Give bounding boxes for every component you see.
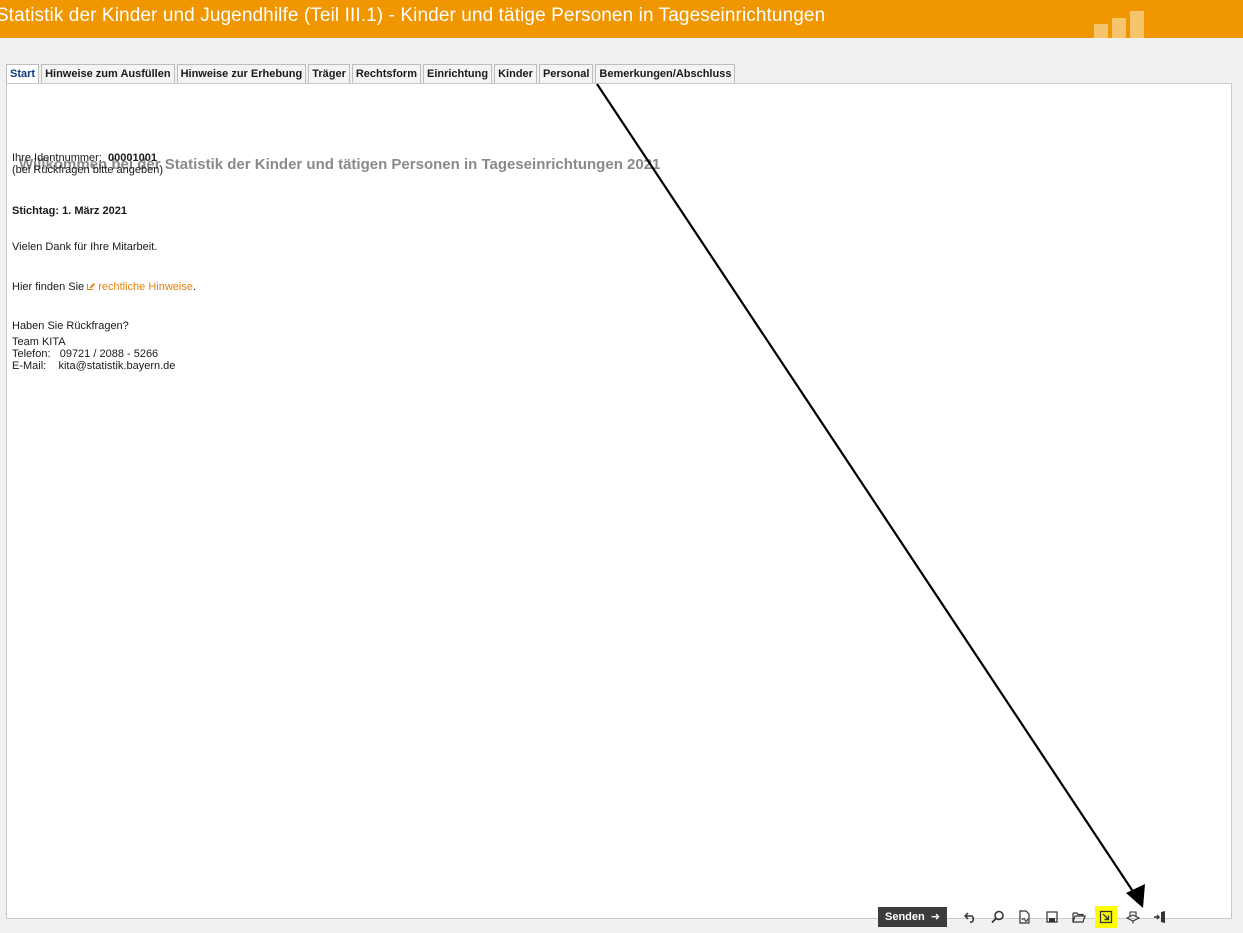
print-button[interactable] — [1122, 906, 1144, 928]
open-folder-icon — [1072, 912, 1086, 923]
tab-hinweise-erhebung[interactable]: Hinweise zur Erhebung — [176, 64, 307, 83]
workspace: Start Hinweise zum Ausfüllen Hinweise zu… — [0, 38, 1243, 933]
sign-document-button[interactable] — [1014, 906, 1036, 928]
external-link-icon — [87, 282, 96, 291]
save-icon — [1046, 911, 1058, 923]
arrow-right-icon: ➜ — [927, 911, 941, 923]
search-icon — [991, 910, 1004, 924]
logo — [1094, 11, 1158, 38]
legal-link[interactable]: rechtliche Hinweise — [98, 281, 193, 293]
save-button[interactable] — [1041, 906, 1063, 928]
id-note: (bei Rückfragen bitte angeben) — [12, 164, 164, 176]
id-line: Ihre Identnummer: 00001001 — [12, 152, 157, 164]
tab-start[interactable]: Start — [6, 64, 40, 84]
app-header: Statistik der Kinder und Jugendhilfe (Te… — [0, 0, 1243, 38]
tab-bar: Start Hinweise zum Ausfüllen Hinweise zu… — [6, 64, 737, 84]
document-sign-icon — [1019, 910, 1030, 924]
tab-personal[interactable]: Personal — [538, 64, 594, 83]
send-label: Senden — [885, 911, 925, 923]
print-icon — [1126, 911, 1141, 924]
tab-traeger[interactable]: Träger — [308, 64, 350, 83]
phone-value: 09721 / 2088 - 5266 — [59, 348, 159, 360]
id-value: 00001001 — [108, 152, 157, 164]
legal-suffix: . — [192, 281, 197, 293]
email-line: E-Mail: kita@statistik.bayern.de — [12, 360, 175, 372]
undo-icon — [964, 912, 975, 923]
tab-bemerkungen[interactable]: Bemerkungen/Abschluss — [595, 64, 736, 83]
legal-prefix: Hier finden Sie — [12, 281, 85, 293]
email-value: kita@statistik.bayern.de — [58, 360, 176, 372]
export-button[interactable] — [1095, 906, 1118, 928]
email-label: E-Mail: — [12, 360, 47, 372]
open-button[interactable] — [1068, 906, 1090, 928]
undo-button[interactable] — [960, 906, 982, 928]
tab-einrichtung[interactable]: Einrichtung — [422, 64, 493, 83]
exit-icon — [1154, 911, 1166, 923]
phone-line: Telefon: 09721 / 2088 - 5266 — [12, 348, 158, 360]
content-panel: Willkommen bei der Statistik der Kinder … — [6, 83, 1232, 919]
phone-label: Telefon: — [12, 348, 51, 360]
team-name: Team KITA — [12, 336, 66, 348]
search-button[interactable] — [987, 906, 1009, 928]
legal-line: Hier finden Sie rechtliche Hinweise. — [12, 281, 196, 293]
exit-button[interactable] — [1149, 906, 1171, 928]
app-title: Statistik der Kinder und Jugendhilfe (Te… — [0, 5, 826, 26]
thanks-text: Vielen Dank für Ihre Mitarbeit. — [12, 241, 158, 253]
tab-hinweise-ausfuellen[interactable]: Hinweise zum Ausfüllen — [41, 64, 175, 83]
tab-kinder[interactable]: Kinder — [494, 64, 537, 83]
questions-text: Haben Sie Rückfragen? — [12, 320, 129, 332]
tab-rechtsform[interactable]: Rechtsform — [351, 64, 421, 83]
id-label: Ihre Identnummer: — [12, 152, 102, 164]
stichtag: Stichtag: 1. März 2021 — [12, 205, 127, 217]
send-button[interactable]: Senden ➜ — [878, 907, 948, 927]
bottom-toolbar: Senden ➜ — [878, 906, 1171, 928]
export-icon — [1099, 910, 1113, 924]
